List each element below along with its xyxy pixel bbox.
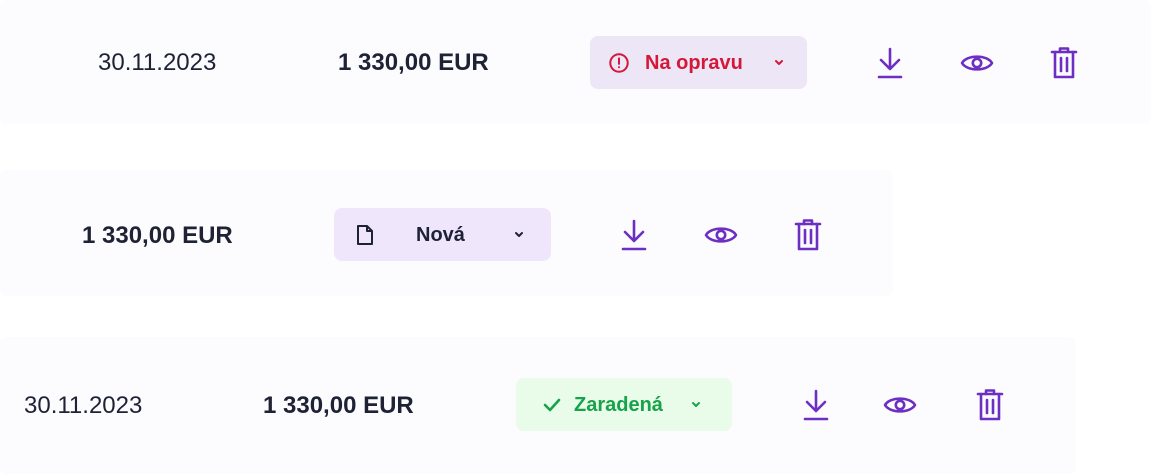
invoice-row-3: 30.11.2023 1 330,00 EUR Zaradená (0, 337, 1076, 474)
view-button[interactable] (957, 43, 997, 83)
alert-circle-icon (608, 52, 630, 74)
status-label: Nová (416, 223, 465, 246)
document-icon (354, 224, 376, 246)
check-icon (541, 394, 563, 416)
status-label: Zaradená (574, 393, 663, 416)
eye-icon (883, 393, 917, 417)
chevron-down-icon (690, 399, 702, 411)
status-label: Na opravu (645, 51, 743, 74)
download-icon (877, 47, 903, 79)
invoice-row-1: 30.11.2023 1 330,00 EUR Na opravu (0, 0, 1151, 124)
delete-button[interactable] (788, 215, 828, 255)
trash-icon (794, 218, 822, 252)
view-button[interactable] (880, 385, 920, 425)
chevron-down-icon (773, 57, 785, 69)
download-button[interactable] (614, 215, 654, 255)
view-button[interactable] (701, 215, 741, 255)
status-dropdown[interactable]: Zaradená (516, 378, 732, 431)
download-icon (621, 219, 647, 251)
row-amount: 1 330,00 EUR (338, 49, 489, 76)
status-dropdown[interactable]: Na opravu (590, 36, 807, 89)
chevron-down-icon (513, 229, 525, 241)
delete-button[interactable] (970, 385, 1010, 425)
row-amount: 1 330,00 EUR (263, 392, 414, 419)
row-amount: 1 330,00 EUR (82, 222, 233, 249)
delete-button[interactable] (1044, 43, 1084, 83)
download-icon (803, 389, 829, 421)
trash-icon (1050, 46, 1078, 80)
status-dropdown[interactable]: Nová (334, 208, 551, 261)
download-button[interactable] (870, 43, 910, 83)
trash-icon (976, 388, 1004, 422)
eye-icon (704, 223, 738, 247)
row-date: 30.11.2023 (98, 49, 217, 76)
row-date: 30.11.2023 (24, 392, 143, 419)
download-button[interactable] (796, 385, 836, 425)
eye-icon (960, 51, 994, 75)
invoice-row-2: 1 330,00 EUR Nová (0, 170, 893, 296)
